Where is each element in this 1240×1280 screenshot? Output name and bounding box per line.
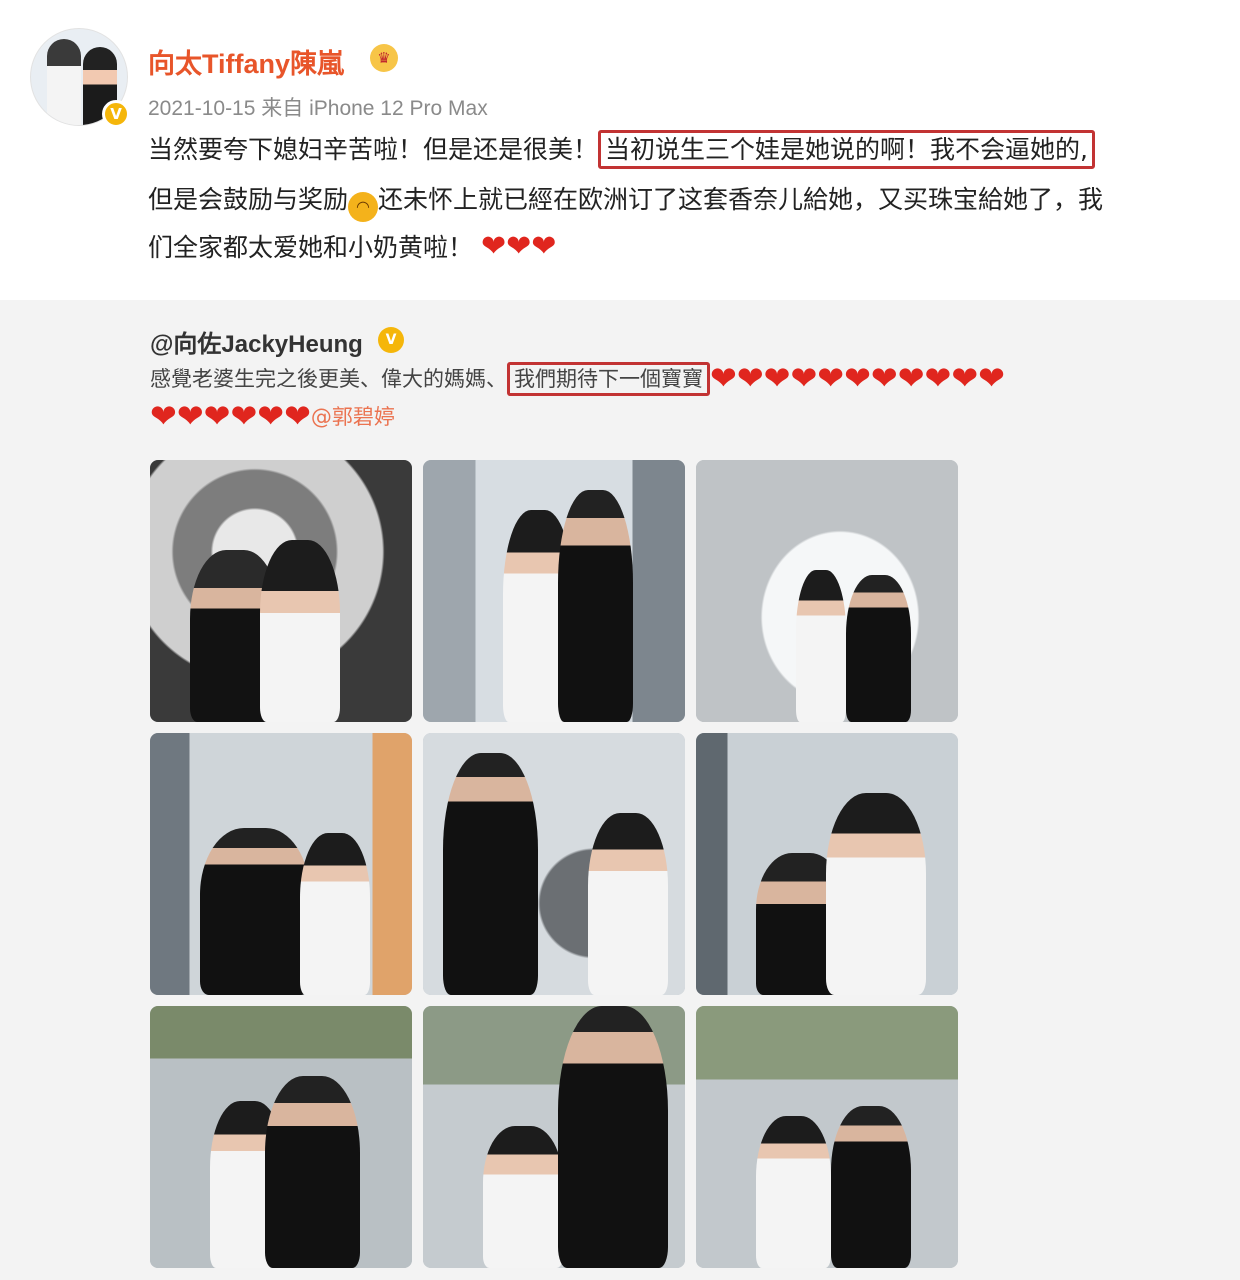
heart-emoji-icon: ❤❤❤❤❤❤ <box>150 397 311 435</box>
mention-link[interactable]: @郭碧婷 <box>311 405 395 429</box>
verified-badge-icon: V <box>378 327 404 353</box>
highlighted-text: 当初说生三个娃是她说的啊！我不会逼她的, <box>598 130 1095 169</box>
photo-8[interactable] <box>423 1006 685 1268</box>
post-text: 还未怀上就已經在欧洲订了这套香奈儿給她，又买珠宝給她了，我 <box>378 185 1104 214</box>
original-post: V 向太Tiffany陳嵐 ♛ 2021-10-15 来自 iPhone 12 … <box>0 0 1240 300</box>
repost-username[interactable]: @向佐JackyHeung <box>150 324 363 359</box>
post-text-line-1: 当然要夸下媳妇辛苦啦！但是还是很美！ 当初说生三个娃是她说的啊！我不会逼她的, <box>148 130 1230 169</box>
post-text: 们全家都太爱她和小奶黄啦！ <box>148 233 474 262</box>
heart-emoji-icon: ❤❤❤ <box>480 229 557 264</box>
post-text-line-3: 们全家都太爱她和小奶黄啦！ ❤❤❤ <box>148 228 1230 264</box>
photo-6[interactable] <box>696 733 958 995</box>
post-text-line-2: 但是会鼓励与奖励 ◠ 还未怀上就已經在欧洲订了这套香奈儿給她，又买珠宝給她了，我 <box>148 180 1230 222</box>
reposted-post[interactable]: @向佐JackyHeung V 感覺老婆生完之後更美、偉大的媽媽、 我們期待下一個… <box>0 300 1240 1280</box>
heart-emoji-icon: ❤❤❤❤❤❤❤❤❤❤❤ <box>710 359 1005 397</box>
photo-grid <box>150 460 958 1268</box>
post-text: 当然要夸下媳妇辛苦啦！但是还是很美！ <box>148 135 599 164</box>
crown-emoji-icon: ♛ <box>370 44 398 72</box>
repost-text-line-1: 感覺老婆生完之後更美、偉大的媽媽、 我們期待下一個寶寶 ❤❤❤❤❤❤❤❤❤❤❤ <box>150 359 1005 397</box>
photo-5[interactable] <box>423 733 685 995</box>
photo-7[interactable] <box>150 1006 412 1268</box>
avatar[interactable]: V <box>30 28 130 128</box>
laughing-emoji-icon: ◠ <box>348 192 379 222</box>
repost-text-line-2: ❤❤❤❤❤❤@郭碧婷 <box>150 400 395 432</box>
repost-text: 感覺老婆生完之後更美、偉大的媽媽、 <box>150 367 507 391</box>
photo-4[interactable] <box>150 733 412 995</box>
post-meta: 2021-10-15 来自 iPhone 12 Pro Max <box>148 97 488 120</box>
photo-2[interactable] <box>423 460 685 722</box>
post-text: 但是会鼓励与奖励 <box>148 185 349 214</box>
avatar-figure <box>47 39 81 125</box>
verified-badge-icon: V <box>102 100 130 128</box>
highlighted-text: 我們期待下一個寶寶 <box>507 362 710 396</box>
photo-3[interactable] <box>696 460 958 722</box>
post-username[interactable]: 向太Tiffany陳嵐 <box>148 42 344 81</box>
photo-9[interactable] <box>696 1006 958 1268</box>
photo-1[interactable] <box>150 460 412 722</box>
